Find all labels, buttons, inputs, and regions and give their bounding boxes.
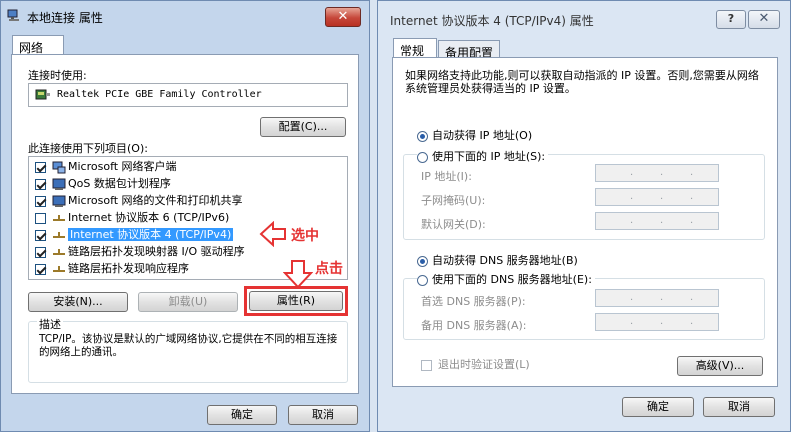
checkbox[interactable] <box>35 212 46 224</box>
checkbox[interactable] <box>35 229 46 241</box>
ipv4-properties-window: Internet 协议版本 4 (TCP/IPv4) 属性 ? ✕ 常规 备用配… <box>377 0 791 432</box>
qos-service-icon <box>52 178 66 190</box>
protocol-icon <box>53 214 65 221</box>
network-adapter-icon <box>35 89 50 100</box>
ip-address-field[interactable]: ... <box>595 164 719 182</box>
checkbox[interactable] <box>35 195 46 207</box>
tab-general[interactable]: 常规 <box>393 38 437 58</box>
intro-text: 如果网络支持此功能,则可以获取自动指派的 IP 设置。否则,您需要从网络系统管理… <box>405 69 759 95</box>
help-button[interactable]: ? <box>716 10 746 29</box>
list-item-selected[interactable]: Internet 协议版本 4 (TCP/IPv4) <box>35 227 234 243</box>
gateway-field[interactable]: ... <box>595 212 719 230</box>
manual-dns-option[interactable]: 使用下面的 DNS 服务器地址(E): <box>417 271 595 287</box>
close-button[interactable]: ✕ <box>325 7 361 27</box>
install-button[interactable]: 安装(N)... <box>28 292 128 312</box>
uninstall-button[interactable]: 卸载(U) <box>138 292 238 312</box>
list-item[interactable]: Internet 协议版本 6 (TCP/IPv6) <box>35 210 229 226</box>
radio-button[interactable] <box>417 130 428 142</box>
auto-dns-option[interactable]: 自动获得 DNS 服务器地址(B) <box>417 252 578 268</box>
item-label: 链路层拓扑发现响应程序 <box>68 262 189 275</box>
alternate-dns-field[interactable]: ... <box>595 313 719 331</box>
preferred-dns-label: 首选 DNS 服务器(P): <box>421 295 526 308</box>
tab-network[interactable]: 网络 <box>12 35 64 55</box>
auto-ip-label: 自动获得 IP 地址(O) <box>432 129 533 142</box>
radio-button[interactable] <box>417 274 428 286</box>
validate-option[interactable]: 退出时验证设置(L) <box>421 356 530 372</box>
list-item[interactable]: Microsoft 网络客户端 <box>35 159 177 175</box>
items-label: 此连接使用下列项目(O): <box>28 142 148 155</box>
checkbox[interactable] <box>35 161 46 173</box>
local-connection-properties-window: 本地连接 属性 ✕ 网络 连接时使用: Realtek PCIe GBE Fam… <box>0 0 370 432</box>
item-label: Internet 协议版本 6 (TCP/IPv6) <box>68 211 230 224</box>
file-share-icon <box>52 195 66 207</box>
subnet-label: 子网掩码(U): <box>421 194 486 207</box>
network-connection-icon <box>7 9 19 21</box>
radio-button[interactable] <box>417 255 428 267</box>
cancel-button[interactable]: 取消 <box>703 397 775 417</box>
tab-alternate-config[interactable]: 备用配置 <box>438 40 500 60</box>
item-label: 链路层拓扑发现映射器 I/O 驱动程序 <box>68 245 245 258</box>
window-title: 本地连接 属性 <box>27 11 103 25</box>
title-bar[interactable]: 本地连接 属性 ✕ <box>1 1 369 31</box>
tab-panel: 连接时使用: Realtek PCIe GBE Family Controlle… <box>11 54 359 394</box>
item-label: Microsoft 网络的文件和打印机共享 <box>68 194 243 207</box>
annotation-click: 点击 <box>315 261 343 277</box>
properties-button[interactable]: 属性(R) <box>249 291 343 311</box>
title-bar[interactable]: Internet 协议版本 4 (TCP/IPv4) 属性 ? ✕ <box>378 1 790 31</box>
ok-button[interactable]: 确定 <box>207 405 277 425</box>
validate-label: 退出时验证设置(L) <box>438 358 530 371</box>
item-label: Internet 协议版本 4 (TCP/IPv4) <box>68 228 234 241</box>
tab-panel: 如果网络支持此功能,则可以获取自动指派的 IP 设置。否则,您需要从网络系统管理… <box>392 57 778 387</box>
item-label: QoS 数据包计划程序 <box>68 177 171 190</box>
advanced-button[interactable]: 高级(V)... <box>677 356 763 376</box>
arrow-down-icon <box>283 260 313 289</box>
adapter-box: Realtek PCIe GBE Family Controller <box>28 83 348 107</box>
auto-dns-label: 自动获得 DNS 服务器地址(B) <box>432 254 578 267</box>
protocol-icon <box>53 265 65 272</box>
protocol-icon <box>53 231 65 238</box>
description-text: TCP/IP。该协议是默认的广域网络协议,它提供在不同的相互连接的网络上的通讯。 <box>39 333 338 358</box>
manual-ip-option[interactable]: 使用下面的 IP 地址(S): <box>417 148 549 164</box>
checkbox[interactable] <box>35 178 46 190</box>
description-title: 描述 <box>37 316 63 332</box>
list-item[interactable]: 链路层拓扑发现响应程序 <box>35 261 189 277</box>
adapter-name: Realtek PCIe GBE Family Controller <box>57 89 262 100</box>
gateway-label: 默认网关(D): <box>421 218 486 231</box>
connect-using-label: 连接时使用: <box>28 69 87 82</box>
description-group: 描述 TCP/IP。该协议是默认的广域网络协议,它提供在不同的相互连接的网络上的… <box>28 316 348 383</box>
arrow-left-icon <box>259 221 286 247</box>
subnet-field[interactable]: ... <box>595 188 719 206</box>
list-item[interactable]: 链路层拓扑发现映射器 I/O 驱动程序 <box>35 244 245 260</box>
close-button[interactable]: ✕ <box>748 10 780 29</box>
annotation-select: 选中 <box>291 228 319 244</box>
checkbox[interactable] <box>421 359 432 371</box>
alternate-dns-label: 备用 DNS 服务器(A): <box>421 319 527 332</box>
window-title: Internet 协议版本 4 (TCP/IPv4) 属性 <box>390 14 594 28</box>
manual-dns-label: 使用下面的 DNS 服务器地址(E): <box>432 273 592 286</box>
checkbox[interactable] <box>35 246 46 258</box>
cancel-button[interactable]: 取消 <box>288 405 358 425</box>
preferred-dns-field[interactable]: ... <box>595 289 719 307</box>
configure-button[interactable]: 配置(C)... <box>260 117 346 137</box>
network-client-icon <box>52 161 66 173</box>
list-item[interactable]: Microsoft 网络的文件和打印机共享 <box>35 193 243 209</box>
radio-button[interactable] <box>417 151 428 163</box>
manual-ip-label: 使用下面的 IP 地址(S): <box>432 150 546 163</box>
protocol-icon <box>53 248 65 255</box>
ip-address-label: IP 地址(I): <box>421 170 472 183</box>
item-label: Microsoft 网络客户端 <box>68 160 177 173</box>
checkbox[interactable] <box>35 263 46 275</box>
auto-ip-option[interactable]: 自动获得 IP 地址(O) <box>417 127 532 143</box>
list-item[interactable]: QoS 数据包计划程序 <box>35 176 171 192</box>
ok-button[interactable]: 确定 <box>622 397 694 417</box>
